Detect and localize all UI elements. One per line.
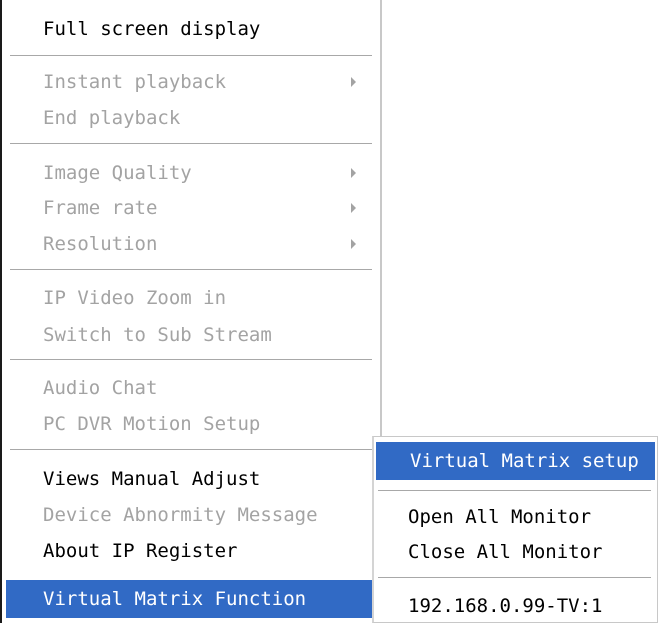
menu-item-label: Close All Monitor	[408, 541, 603, 563]
menu-item-label: Open All Monitor	[408, 506, 592, 528]
menu-item-label: Virtual Matrix setup	[410, 450, 639, 472]
submenu-arrow-icon	[351, 77, 356, 87]
menu-item-switch-to-sub-stream[interactable]: Switch to Sub Stream	[2, 317, 380, 353]
menu-item-label: 192.168.0.99-TV:1	[408, 595, 603, 617]
menu-item-label: About IP Register	[43, 540, 238, 562]
menu-item-audio-chat[interactable]: Audio Chat	[2, 370, 380, 406]
submenu-arrow-icon	[351, 168, 356, 178]
menu-item-label: PC DVR Motion Setup	[43, 413, 261, 435]
menu-item-device-abnormity-message[interactable]: Device Abnormity Message	[2, 497, 380, 533]
submenu-arrow-icon	[351, 203, 356, 213]
menu-item-label: Virtual Matrix Function	[43, 588, 307, 610]
submenu-item-close-all-monitor[interactable]: Close All Monitor	[374, 534, 657, 570]
menu-item-label: Switch to Sub Stream	[43, 324, 272, 346]
menu-separator	[10, 55, 372, 57]
submenu-arrow-icon	[351, 239, 356, 249]
menu-item-label: End playback	[43, 107, 181, 129]
context-menu: Full screen display Instant playback End…	[0, 0, 382, 623]
menu-item-full-screen-display[interactable]: Full screen display	[2, 11, 380, 47]
menu-item-label: Image Quality	[43, 162, 192, 184]
menu-item-ip-video-zoom-in[interactable]: IP Video Zoom in	[2, 280, 380, 316]
menu-item-label: Full screen display	[43, 18, 261, 40]
menu-item-label: Frame rate	[43, 197, 158, 219]
submenu-item-open-all-monitor[interactable]: Open All Monitor	[374, 499, 657, 535]
menu-item-label: Resolution	[43, 233, 158, 255]
menu-item-pc-dvr-motion-setup[interactable]: PC DVR Motion Setup	[2, 406, 380, 442]
menu-item-virtual-matrix-function[interactable]: Virtual Matrix Function	[6, 580, 372, 618]
menu-item-views-manual-adjust[interactable]: Views Manual Adjust	[2, 461, 380, 497]
menu-item-label: IP Video Zoom in	[43, 287, 227, 309]
menu-item-end-playback[interactable]: End playback	[2, 100, 380, 136]
menu-item-label: Audio Chat	[43, 377, 158, 399]
menu-separator	[10, 359, 372, 361]
menu-separator	[10, 269, 372, 271]
menu-item-label: Instant playback	[43, 71, 227, 93]
menu-item-image-quality[interactable]: Image Quality	[2, 155, 380, 191]
menu-item-label: Views Manual Adjust	[43, 468, 261, 490]
submenu-item-tv-monitor[interactable]: 192.168.0.99-TV:1	[374, 588, 657, 623]
menu-item-about-ip-register[interactable]: About IP Register	[2, 533, 380, 569]
menu-item-instant-playback[interactable]: Instant playback	[2, 64, 380, 100]
virtual-matrix-submenu: Virtual Matrix setup Open All Monitor Cl…	[372, 436, 658, 623]
menu-separator	[10, 143, 372, 145]
menu-separator	[378, 490, 651, 492]
menu-item-resolution[interactable]: Resolution	[2, 226, 380, 262]
menu-item-frame-rate[interactable]: Frame rate	[2, 190, 380, 226]
submenu-item-virtual-matrix-setup[interactable]: Virtual Matrix setup	[376, 442, 655, 480]
menu-separator	[10, 449, 372, 451]
menu-separator	[378, 577, 651, 579]
menu-item-label: Device Abnormity Message	[43, 504, 318, 526]
